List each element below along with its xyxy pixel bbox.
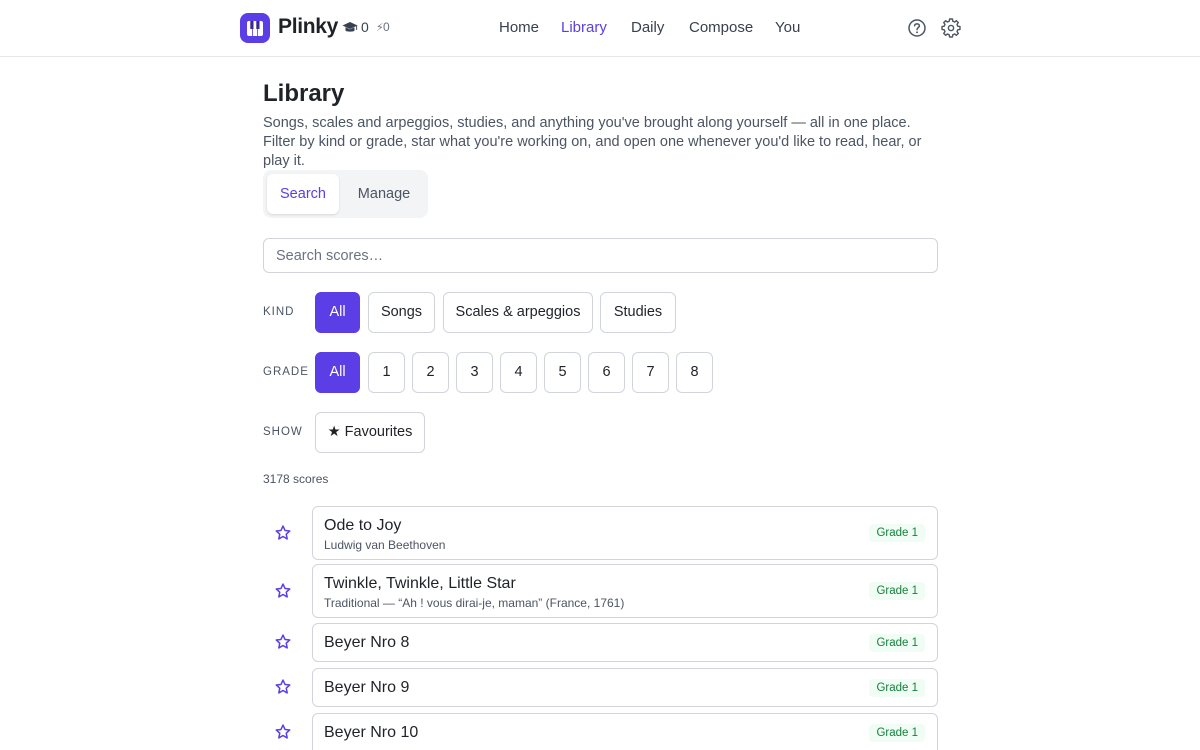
help-circle-icon[interactable] — [907, 18, 927, 38]
nav-compose[interactable]: Compose — [689, 19, 753, 36]
grade-filter-label: GRADE — [263, 366, 309, 378]
grade-badge: Grade 1 — [869, 634, 925, 652]
score-title: Twinkle, Twinkle, Little Star — [324, 575, 516, 592]
kind-chip-all[interactable]: All — [315, 292, 360, 333]
grade-chip-7[interactable]: 7 — [632, 352, 669, 393]
app-name[interactable]: Plinky — [278, 15, 338, 39]
star-outline-icon[interactable] — [274, 524, 292, 542]
nav-library[interactable]: Library — [561, 19, 607, 36]
grade-badge: Grade 1 — [869, 724, 925, 742]
star-outline-icon[interactable] — [274, 582, 292, 600]
page-title: Library — [263, 80, 345, 107]
score-title: Ode to Joy — [324, 517, 402, 534]
star-outline-icon[interactable] — [274, 678, 292, 696]
graduation-cap-icon — [342, 22, 358, 32]
list-item[interactable]: Beyer Nro 9 Grade 1 — [312, 668, 938, 707]
score-subtitle: Traditional — “Ah ! vous dirai-je, maman… — [324, 596, 625, 610]
show-filter-label: SHOW — [263, 426, 303, 438]
gear-icon[interactable] — [941, 18, 961, 38]
list-item[interactable]: Beyer Nro 10 Grade 1 — [312, 713, 938, 750]
page-description: Songs, scales and arpeggios, studies, an… — [263, 115, 922, 169]
grade-badge: Grade 1 — [869, 524, 925, 542]
kind-filter-label: KIND — [263, 306, 295, 318]
piano-keys-icon[interactable] — [240, 13, 270, 43]
grade-chip-6[interactable]: 6 — [588, 352, 625, 393]
tab-search[interactable]: Search — [267, 174, 339, 214]
favourites-toggle[interactable]: ★ Favourites — [315, 412, 425, 453]
kind-chip-songs[interactable]: Songs — [368, 292, 435, 333]
nav-you[interactable]: You — [775, 19, 800, 36]
grade-chip-5[interactable]: 5 — [544, 352, 581, 393]
list-item[interactable]: Twinkle, Twinkle, Little Star Traditiona… — [312, 564, 938, 618]
nav-home[interactable]: Home — [499, 19, 539, 36]
search-input[interactable] — [263, 238, 938, 273]
star-outline-icon[interactable] — [274, 633, 292, 651]
grade-badge: Grade 1 — [869, 582, 925, 600]
list-item[interactable]: Beyer Nro 8 Grade 1 — [312, 623, 938, 662]
grade-chip-4[interactable]: 4 — [500, 352, 537, 393]
top-bar: Plinky 0 ⚡ 0 Home Library Daily Compose … — [0, 0, 1200, 57]
score-title: Beyer Nro 9 — [324, 679, 410, 696]
mode-tabs: Search Manage — [263, 170, 428, 218]
grade-chip-all[interactable]: All — [315, 352, 360, 393]
result-count: 3178 scores — [263, 472, 329, 486]
tab-manage[interactable]: Manage — [345, 174, 423, 214]
grade-chip-8[interactable]: 8 — [676, 352, 713, 393]
grade-chip-1[interactable]: 1 — [368, 352, 405, 393]
kind-chip-studies[interactable]: Studies — [600, 292, 676, 333]
streak-count: 0 — [361, 19, 369, 35]
score-title: Beyer Nro 8 — [324, 634, 410, 651]
kind-chip-scales-arpeggios[interactable]: Scales & arpeggios — [443, 292, 593, 333]
score-title: Beyer Nro 10 — [324, 724, 419, 741]
xp-count: 0 — [383, 20, 390, 34]
grade-chip-3[interactable]: 3 — [456, 352, 493, 393]
nav-daily[interactable]: Daily — [631, 19, 664, 36]
star-outline-icon[interactable] — [274, 723, 292, 741]
grade-badge: Grade 1 — [869, 679, 925, 697]
score-subtitle: Ludwig van Beethoven — [324, 538, 446, 552]
list-item[interactable]: Ode to Joy Ludwig van Beethoven Grade 1 — [312, 506, 938, 560]
grade-chip-2[interactable]: 2 — [412, 352, 449, 393]
